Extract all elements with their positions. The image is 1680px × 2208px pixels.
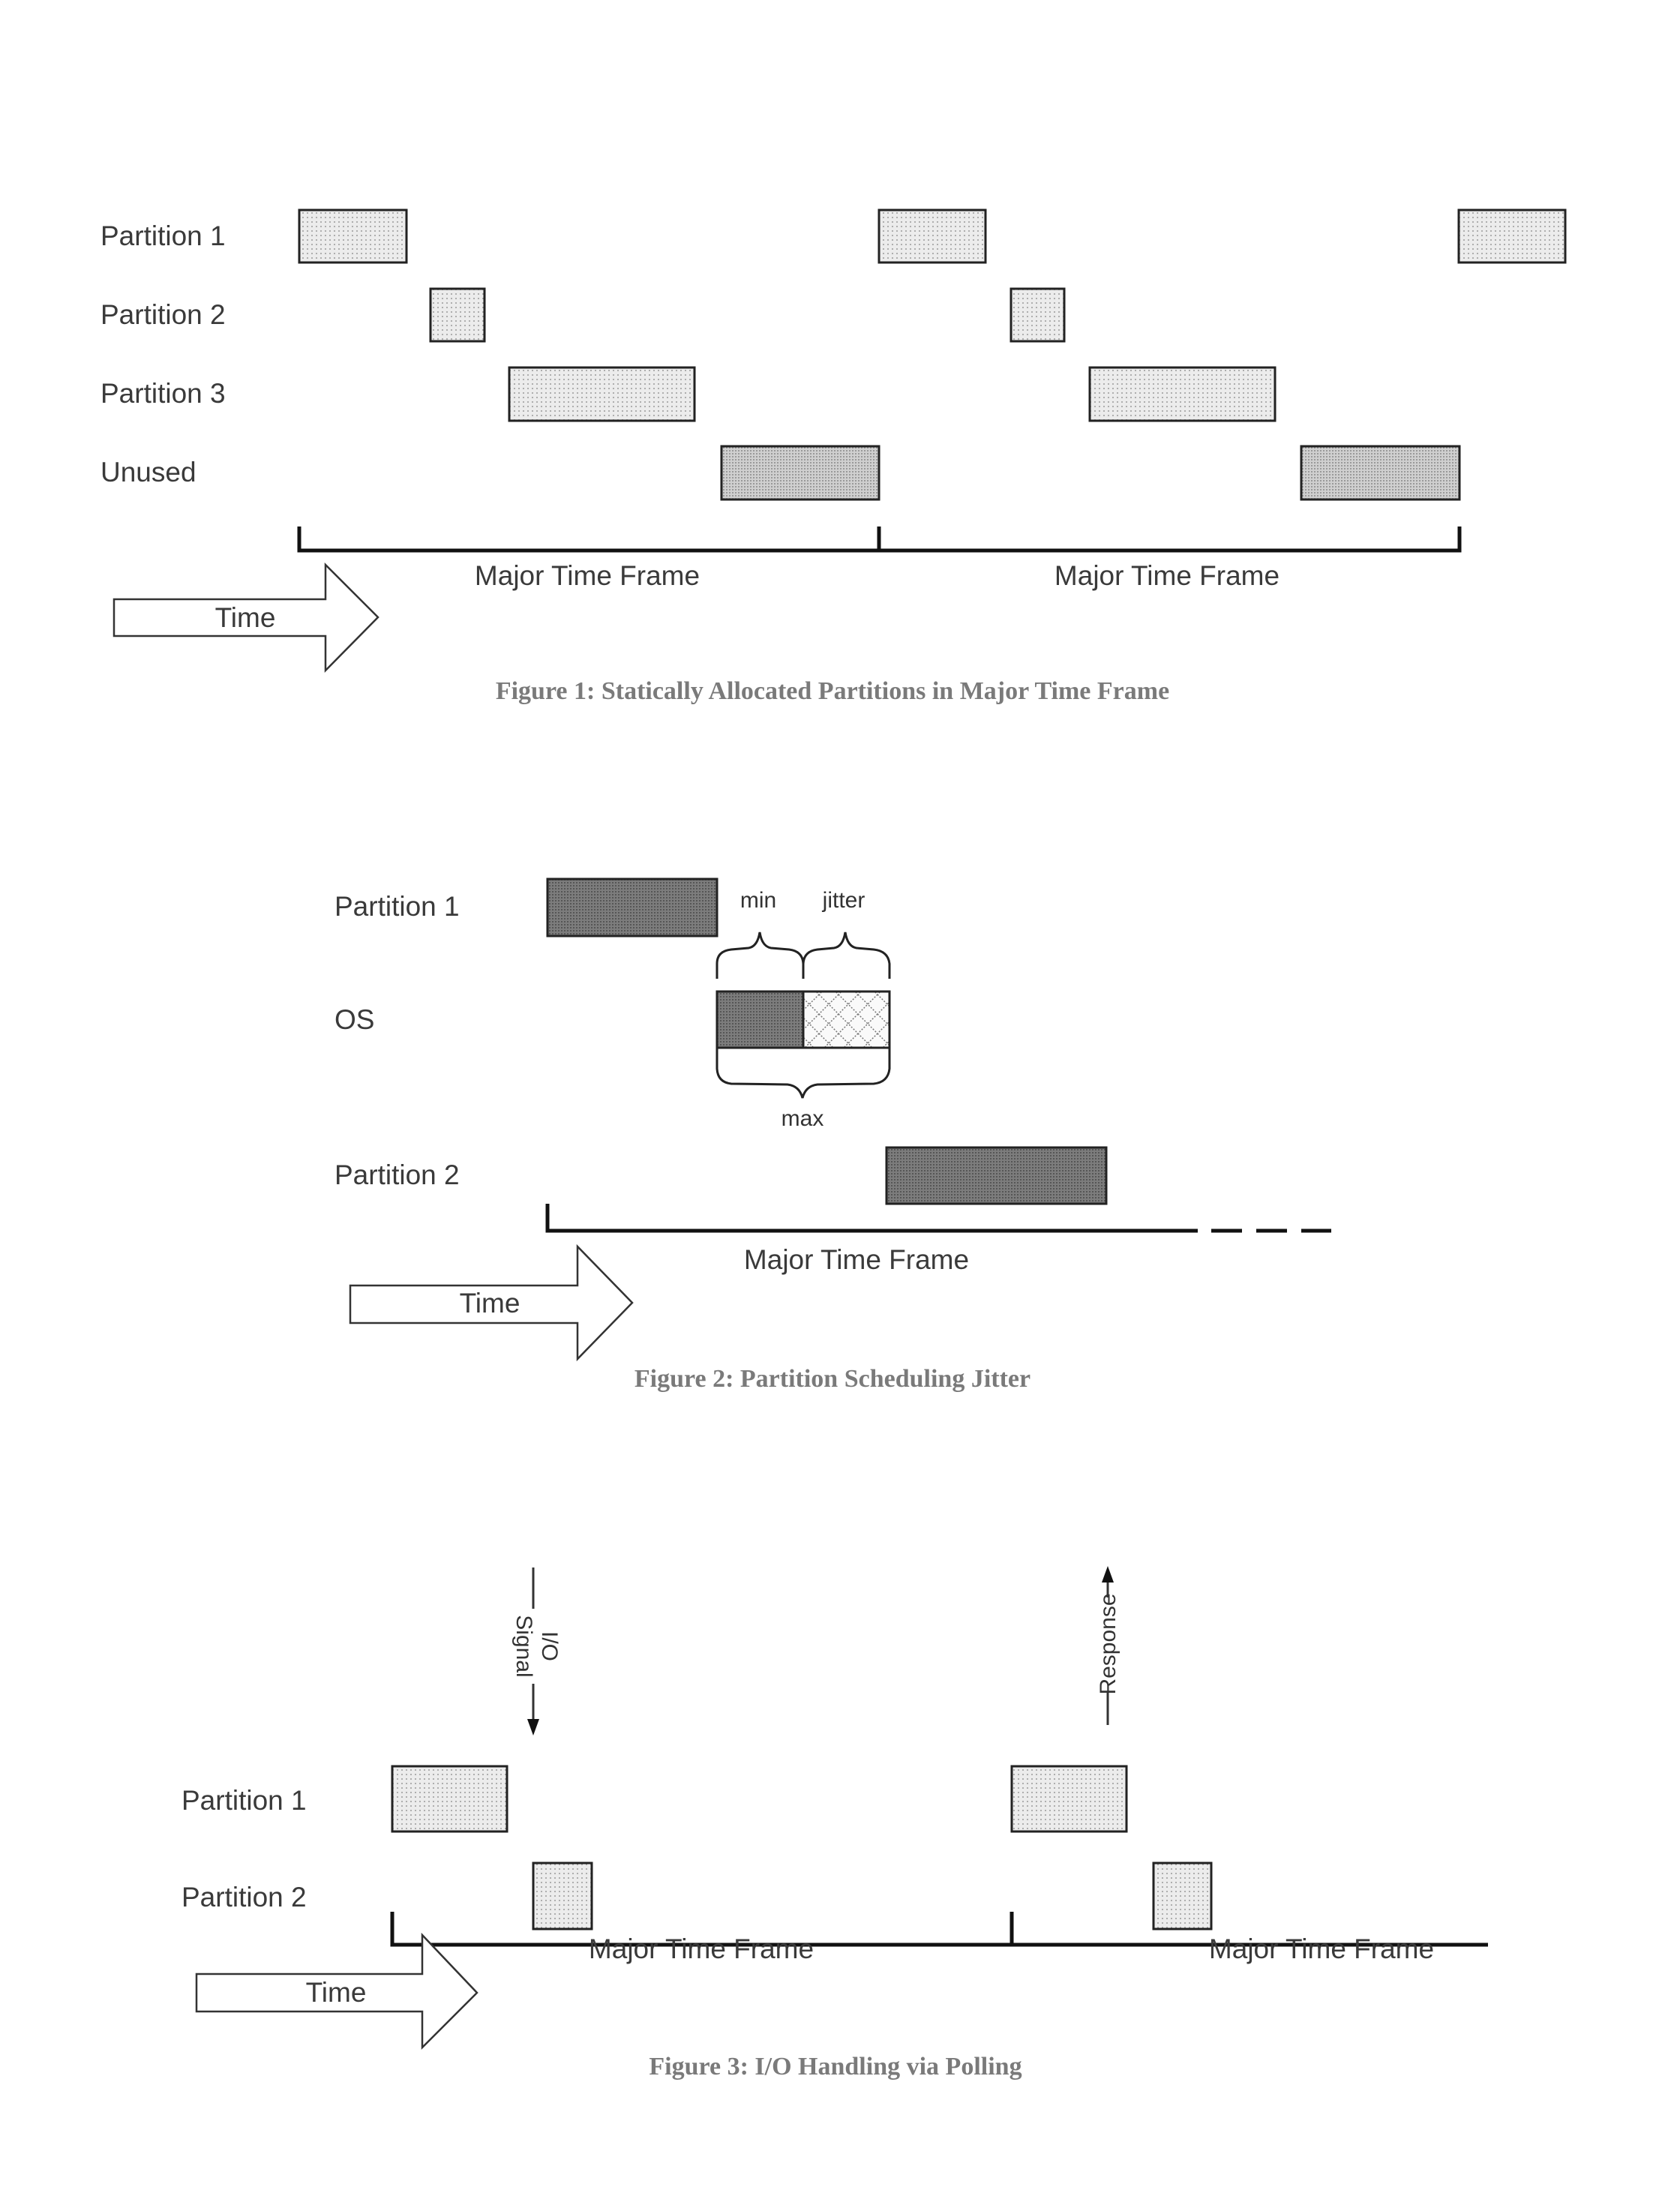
jitter-label: jitter — [822, 888, 866, 913]
row-label-partition-3: Partition 3 — [100, 378, 226, 409]
major-time-frame-label: Major Time Frame — [475, 560, 700, 591]
io-label: I/O — [537, 1631, 562, 1661]
figure-caption: Figure 1: Statically Allocated Partition… — [496, 677, 1169, 705]
partition-2-slot — [429, 287, 486, 343]
os-min-slot — [716, 990, 805, 1049]
os-slot — [716, 990, 891, 1049]
time-arrow: Time — [349, 1244, 634, 1362]
major-time-frame-label: Major Time Frame — [1054, 560, 1280, 591]
figure-caption: Figure 2: Partition Scheduling Jitter — [634, 1365, 1030, 1393]
figure-1: Partition 1 Partition 2 Partition 3 Unus… — [100, 208, 1567, 705]
response-arrow: Response — [1096, 1566, 1120, 1725]
min-brace — [716, 932, 805, 979]
os-jitter-slot — [802, 990, 891, 1049]
max-brace — [716, 1048, 891, 1099]
arrow-up-icon — [1102, 1566, 1114, 1582]
document-canvas: Partition 1 Partition 2 Partition 3 Unus… — [100, 208, 1567, 2080]
partition-1-slot — [878, 208, 987, 264]
row-label-unused: Unused — [100, 457, 196, 488]
major-time-frame-label: Major Time Frame — [589, 1934, 814, 1964]
max-label: max — [782, 1106, 824, 1131]
unused-slot — [1300, 445, 1461, 501]
arrow-down-icon — [527, 1719, 539, 1736]
partition-2-slot — [1010, 287, 1066, 343]
time-arrow: Time — [112, 562, 380, 674]
row-label-partition-2: Partition 2 — [182, 1882, 307, 1912]
row-label-partition-1: Partition 1 — [334, 891, 460, 922]
row-label-partition-2: Partition 2 — [334, 1160, 460, 1190]
row-label-partition-1: Partition 1 — [182, 1785, 307, 1816]
figure-caption: Figure 3: I/O Handling via Polling — [649, 2053, 1022, 2080]
time-label: Time — [215, 602, 276, 633]
partition-2-slot — [885, 1146, 1108, 1205]
partition-1-slot — [391, 1765, 508, 1833]
jitter-brace — [802, 932, 891, 979]
partition-1-slot — [546, 878, 718, 938]
partition-1-slot — [298, 208, 408, 264]
io-signal-arrow: I/O Signal — [512, 1568, 562, 1736]
unused-slot — [720, 445, 880, 501]
figure-2: Partition 1 OS Partition 2 min jitter ma… — [334, 878, 1331, 1393]
timeline-axis — [545, 1204, 1198, 1233]
major-time-frame-label: Major Time Frame — [744, 1244, 969, 1275]
figure-3: I/O Signal Response Partition 1 Partitio… — [182, 1566, 1488, 2080]
min-label: min — [740, 888, 776, 913]
major-time-frame-label: Major Time Frame — [1209, 1934, 1434, 1964]
partition-2-slot — [1152, 1862, 1213, 1930]
timeline-axis — [297, 526, 1462, 553]
row-label-os: OS — [334, 1004, 374, 1035]
time-label: Time — [460, 1288, 520, 1318]
partition-2-slot — [532, 1862, 593, 1930]
time-label: Time — [306, 1977, 367, 2008]
row-label-partition-2: Partition 2 — [100, 299, 226, 330]
time-arrow: Time — [195, 1932, 478, 2050]
response-label: Response — [1096, 1593, 1120, 1694]
partition-1-slot — [1457, 208, 1567, 264]
signal-label: Signal — [512, 1615, 536, 1677]
partition-3-slot — [508, 366, 696, 422]
partition-1-slot — [1010, 1765, 1128, 1833]
row-label-partition-1: Partition 1 — [100, 220, 226, 251]
partition-3-slot — [1088, 366, 1276, 422]
